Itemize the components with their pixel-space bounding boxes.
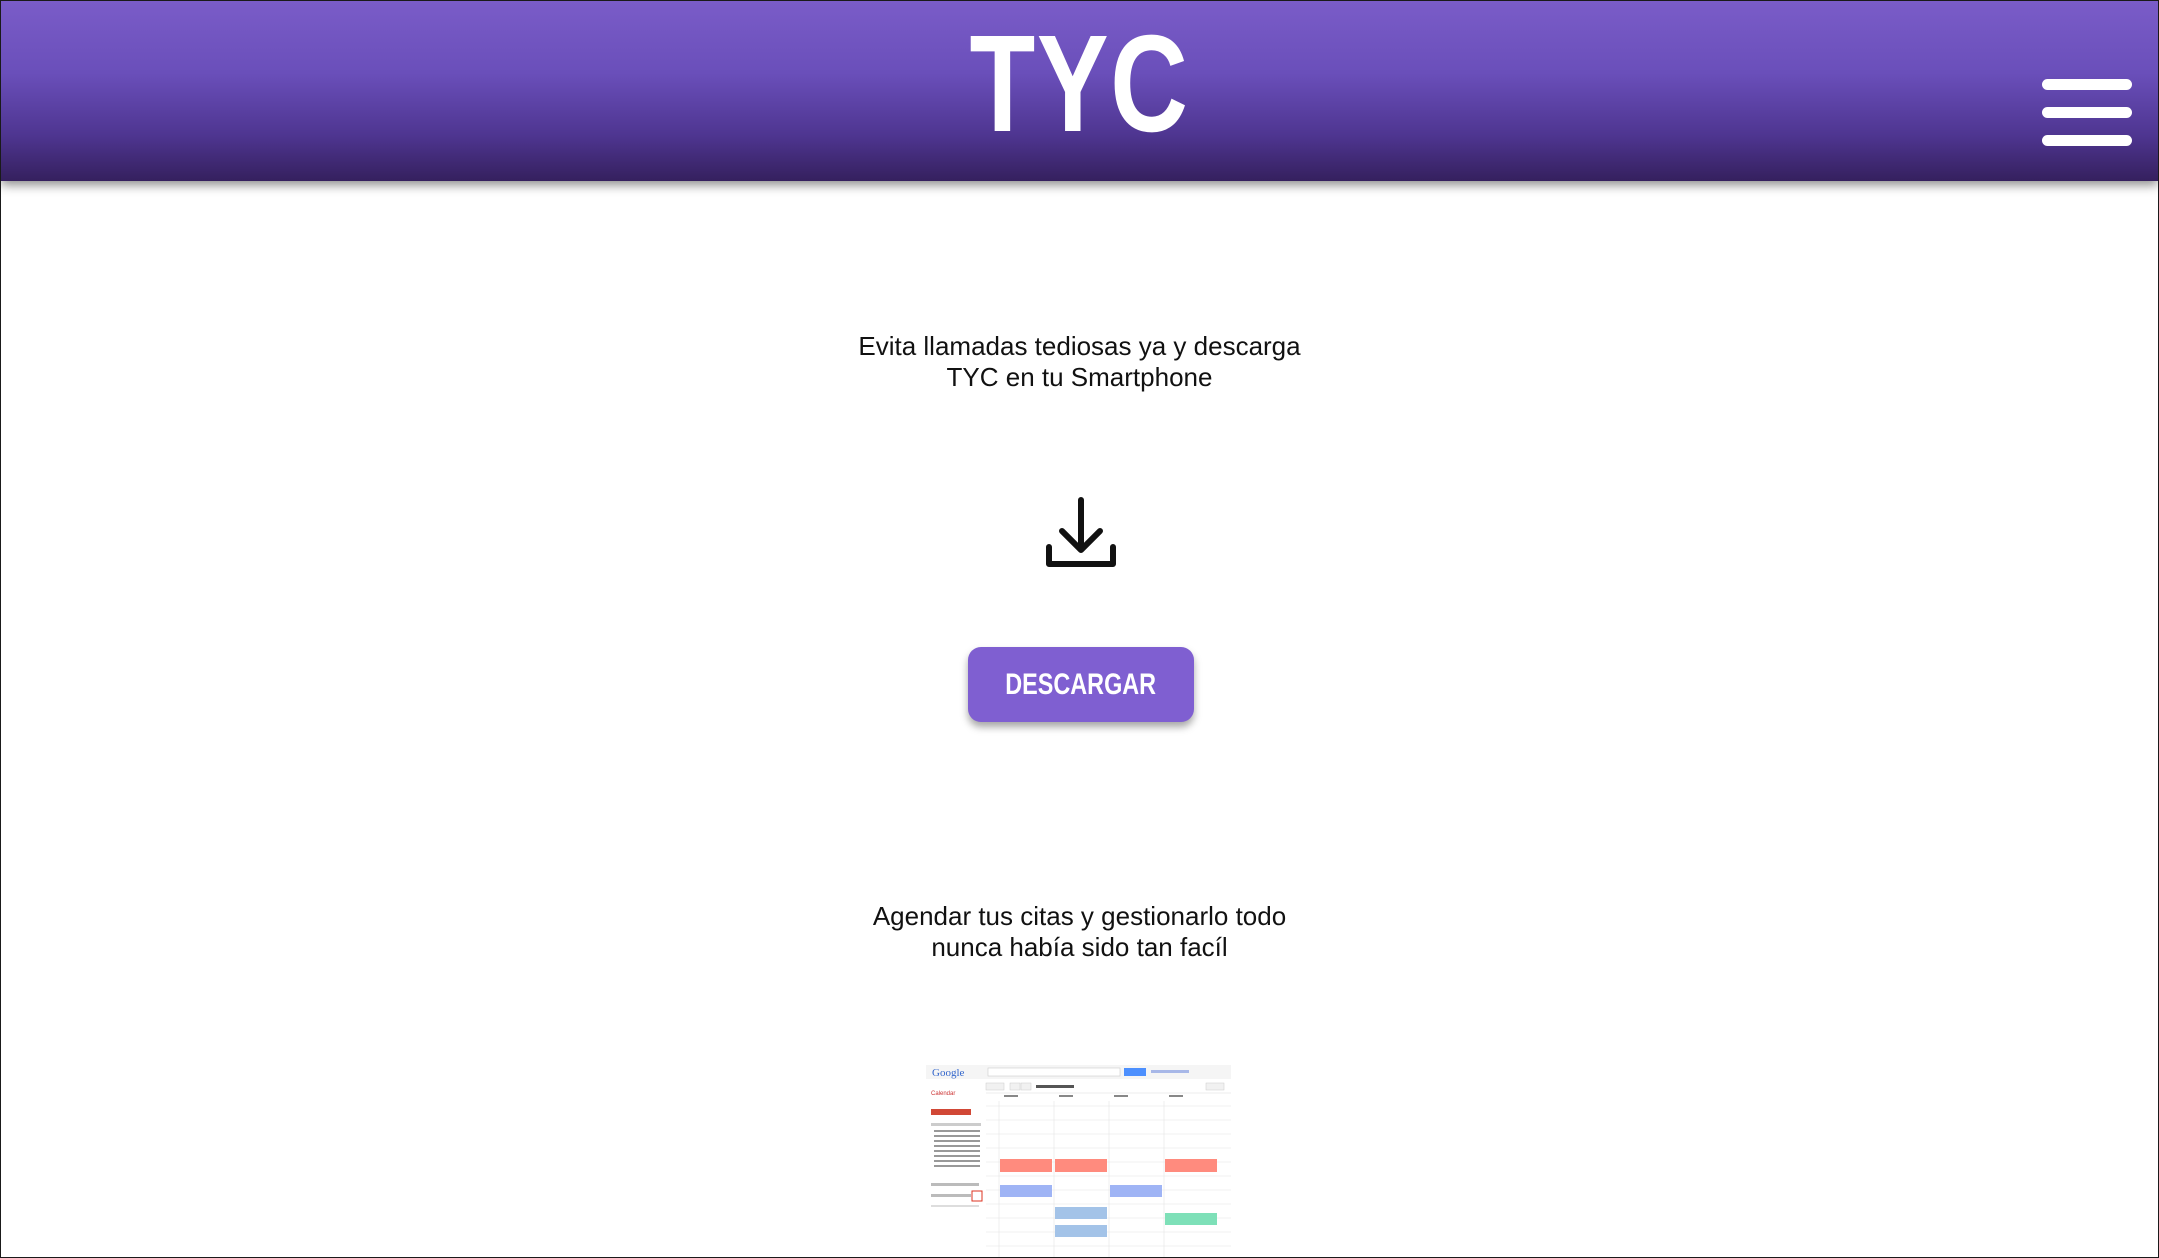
intro-line-2: TYC en tu Smartphone [946, 362, 1213, 392]
top-header: TYC [1, 1, 2158, 181]
menu-bar-top [2042, 79, 2132, 90]
hamburger-menu-icon[interactable] [2042, 79, 2132, 147]
download-button[interactable]: DESCARGAR [968, 647, 1194, 722]
page-frame: TYC Evita llamadas tediosas ya y descarg… [0, 0, 2159, 1258]
calendar-screenshot: Google Calendar [926, 1065, 1231, 1257]
download-button-label: DESCARGAR [1005, 667, 1157, 701]
agenda-text: Agendar tus citas y gestionarlo todo nun… [1, 901, 2158, 963]
calendar-brand: Google [932, 1067, 965, 1079]
intro-line-1: Evita llamadas tediosas ya y descarga [858, 331, 1301, 361]
agenda-line-2: nunca había sido tan facíl [931, 932, 1228, 962]
menu-bar-bottom [2042, 135, 2132, 146]
intro-text: Evita llamadas tediosas ya y descarga TY… [1, 331, 2158, 393]
agenda-line-1: Agendar tus citas y gestionarlo todo [872, 901, 1287, 931]
site-logo[interactable]: TYC [238, 15, 1920, 153]
menu-bar-middle [2042, 107, 2132, 118]
calendar-app-name: Calendar [931, 1091, 955, 1097]
download-icon[interactable] [1045, 497, 1117, 569]
